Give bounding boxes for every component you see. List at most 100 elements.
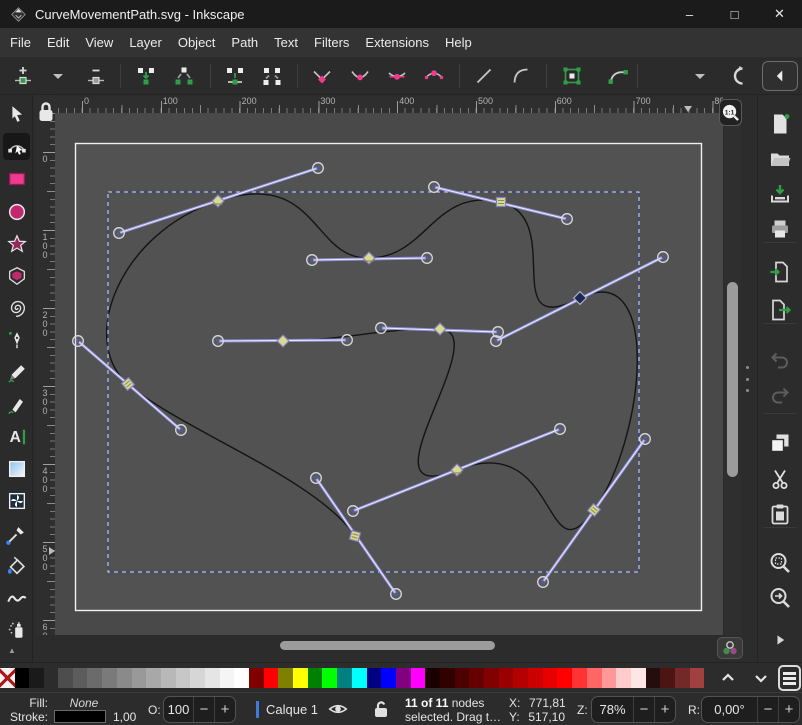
tool-pencil[interactable] [3, 359, 30, 386]
palette-swatch[interactable] [660, 668, 675, 688]
palette-swatch[interactable] [249, 668, 264, 688]
rotation-value[interactable]: 0,00° [702, 702, 757, 717]
zoom-drawing-button[interactable] [765, 583, 795, 613]
tool-tweak[interactable] [3, 584, 30, 611]
horizontal-scrollbar-thumb[interactable] [280, 641, 495, 650]
drawing-svg[interactable] [55, 113, 723, 635]
opacity-spinner[interactable]: 100 − + [163, 696, 236, 723]
palette-scroll-up-icon[interactable] [715, 665, 741, 691]
palette-swatch[interactable] [146, 668, 161, 688]
node-delete-button[interactable] [82, 62, 110, 90]
vertical-scrollbar[interactable] [724, 113, 741, 635]
palette-swatch[interactable] [425, 668, 440, 688]
zoom-increment-button[interactable]: + [654, 697, 675, 722]
commands-collapse-button[interactable] [762, 61, 798, 91]
palette-swatch[interactable] [513, 668, 528, 688]
document-import-button[interactable] [765, 257, 795, 287]
palette-swatch-none[interactable] [0, 668, 15, 688]
palette-swatch[interactable] [557, 668, 572, 688]
tool-star[interactable] [3, 230, 30, 257]
zoom-value[interactable]: 78% [592, 702, 633, 717]
menu-edit[interactable]: Edit [39, 28, 77, 57]
palette-swatch[interactable] [87, 668, 102, 688]
palette-swatch[interactable] [220, 668, 235, 688]
menu-text[interactable]: Text [266, 28, 306, 57]
palette-swatch[interactable] [308, 668, 323, 688]
commands-more-button[interactable] [765, 625, 795, 655]
palette-swatch[interactable] [132, 668, 147, 688]
minimize-button[interactable]: – [667, 0, 712, 28]
panel-resize-grip[interactable] [741, 95, 757, 662]
edit-duplicate-button[interactable] [765, 428, 795, 458]
palette-swatch[interactable] [411, 668, 426, 688]
palette-menu-icon[interactable] [778, 665, 801, 691]
object-to-path-button[interactable] [558, 62, 586, 90]
fill-value[interactable]: None [56, 696, 112, 710]
node-symmetric-button[interactable] [383, 62, 411, 90]
palette-swatch[interactable] [264, 668, 279, 688]
palette-swatch[interactable] [234, 668, 249, 688]
rotation-increment-button[interactable]: + [778, 697, 799, 722]
menu-view[interactable]: View [77, 28, 121, 57]
palette-swatch[interactable] [29, 668, 44, 688]
palette-swatch[interactable] [602, 668, 617, 688]
opacity-decrement-button[interactable]: − [193, 697, 214, 722]
zoom-1-1-button[interactable]: 1:1 [719, 99, 742, 126]
palette-swatch[interactable] [367, 668, 382, 688]
menu-object[interactable]: Object [170, 28, 224, 57]
document-print-button[interactable] [765, 214, 795, 244]
palette-swatch[interactable] [631, 668, 646, 688]
snapping-button[interactable] [726, 62, 754, 90]
edit-undo-button[interactable] [765, 344, 795, 374]
document-open-button[interactable] [765, 144, 795, 174]
menu-filters[interactable]: Filters [306, 28, 357, 57]
toolbox-overflow-icon[interactable]: ▲ [8, 646, 16, 655]
tool-spiral[interactable] [3, 294, 30, 321]
menu-help[interactable]: Help [437, 28, 480, 57]
menu-extensions[interactable]: Extensions [357, 28, 437, 57]
menu-path[interactable]: Path [223, 28, 266, 57]
close-button[interactable]: ✕ [757, 0, 802, 28]
palette-swatch[interactable] [322, 668, 337, 688]
palette-swatch[interactable] [396, 668, 411, 688]
palette-swatch[interactable] [469, 668, 484, 688]
layer-name[interactable]: Calque 1 [266, 702, 318, 717]
menu-file[interactable]: File [2, 28, 39, 57]
rotation-decrement-button[interactable]: − [757, 697, 778, 722]
palette-swatch[interactable] [455, 668, 470, 688]
palette-swatch[interactable] [293, 668, 308, 688]
tool-box-3d[interactable] [3, 262, 30, 289]
edit-paste-button[interactable] [765, 499, 795, 529]
zoom-decrement-button[interactable]: − [633, 697, 654, 722]
zoom-spinner[interactable]: 78% − + [591, 696, 676, 723]
insert-dropdown-button[interactable] [44, 62, 72, 90]
palette-swatch[interactable] [117, 668, 132, 688]
palette-swatch[interactable] [440, 668, 455, 688]
tool-dropper[interactable] [3, 520, 30, 547]
segment-line-button[interactable] [470, 62, 498, 90]
node-corner-button[interactable] [308, 62, 336, 90]
toolbar-dropdown-button[interactable] [686, 62, 714, 90]
maximize-button[interactable]: □ [712, 0, 757, 28]
opacity-value[interactable]: 100 [164, 702, 193, 717]
palette-swatch[interactable] [352, 668, 367, 688]
node-insert-button[interactable] [9, 62, 37, 90]
palette-swatch[interactable] [337, 668, 352, 688]
canvas[interactable] [55, 113, 723, 635]
tool-spray[interactable] [3, 616, 30, 643]
rotation-spinner[interactable]: 0,00° − + [701, 696, 800, 723]
palette-swatch[interactable] [102, 668, 117, 688]
tool-gradient[interactable] [3, 455, 30, 482]
segment-curve-button[interactable] [507, 62, 535, 90]
tool-text[interactable]: A [3, 423, 30, 450]
palette-swatch[interactable] [675, 668, 690, 688]
document-new-button[interactable] [765, 109, 795, 139]
document-export-button[interactable] [765, 295, 795, 325]
horizontal-scrollbar[interactable] [55, 637, 723, 662]
palette-swatch[interactable] [646, 668, 661, 688]
horizontal-ruler[interactable]: 0100200300400500600700800 [55, 97, 723, 113]
layer-visibility-button[interactable] [328, 700, 348, 721]
palette-swatch[interactable] [572, 668, 587, 688]
tool-selector[interactable] [3, 101, 30, 128]
tool-calligraphy[interactable] [3, 391, 30, 418]
